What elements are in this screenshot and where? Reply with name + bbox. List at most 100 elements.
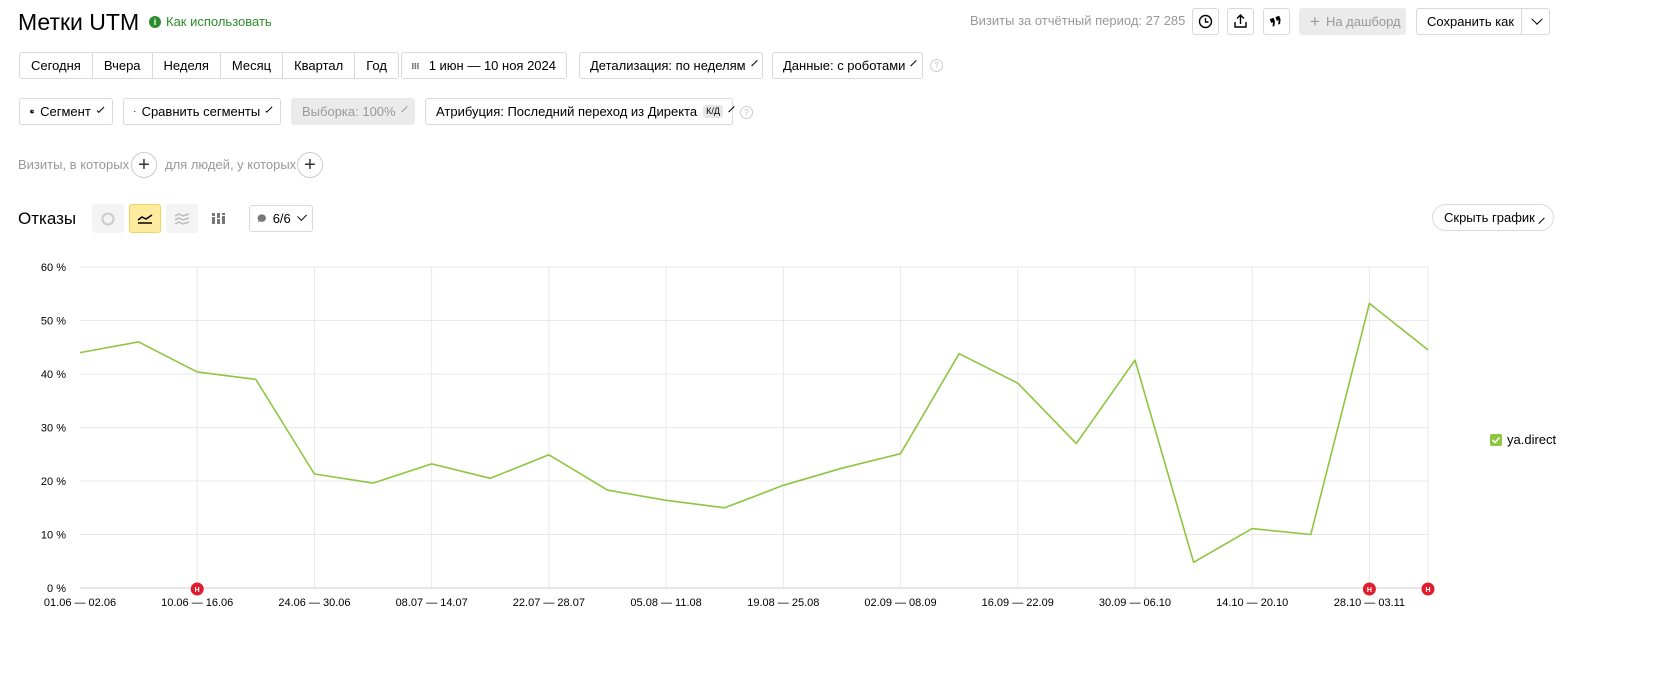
export-button[interactable]: [1227, 8, 1254, 35]
segment-label: Сегмент: [40, 104, 91, 119]
chevron-down-icon: [728, 105, 735, 112]
data-select[interactable]: Данные: с роботами: [772, 52, 923, 79]
chevron-down-icon: [265, 105, 273, 113]
annotation-marker-label: Н: [1367, 587, 1372, 594]
preset-yesterday[interactable]: Вчера: [93, 53, 153, 78]
x-tick-label: 02.09 — 08.09: [864, 597, 936, 609]
x-tick-label: 05.08 — 11.08: [630, 597, 701, 609]
to-dashboard-label: На дашборд: [1325, 14, 1401, 29]
line-view-button[interactable]: [129, 204, 161, 233]
save-as-button[interactable]: Сохранить как: [1416, 8, 1522, 35]
chevron-down-icon: [1530, 13, 1543, 25]
how-to-use-link[interactable]: i Как использовать: [149, 14, 272, 29]
annotations-button[interactable]: 6/6: [249, 205, 313, 232]
add-visits-filter-button[interactable]: +: [131, 152, 157, 178]
preset-week[interactable]: Неделя: [153, 53, 221, 78]
preset-today[interactable]: Сегодня: [20, 53, 93, 78]
plus-icon: +: [138, 154, 150, 176]
x-tick-label: 14.10 — 20.10: [1216, 597, 1288, 609]
save-as-label: Сохранить как: [1427, 14, 1515, 29]
chevron-down-icon: [910, 59, 918, 66]
bar-view-icon: [212, 213, 225, 224]
chevron-up-icon: [1538, 217, 1545, 224]
drops-icon: [134, 110, 136, 113]
chevron-down-icon: [750, 59, 758, 66]
help-icon[interactable]: ?: [740, 106, 753, 119]
y-tick-label: 0 %: [47, 583, 66, 595]
legend-label: ya.direct: [1507, 432, 1557, 447]
clock-icon: [1198, 14, 1213, 29]
date-range-button[interactable]: 1 июн — 10 ноя 2024: [401, 52, 567, 79]
detail-select[interactable]: Детализация: по неделям: [579, 52, 763, 79]
sample-button[interactable]: Выборка: 100%: [291, 98, 415, 125]
history-button[interactable]: [1192, 8, 1219, 35]
y-tick-label: 10 %: [41, 530, 66, 542]
area-view-button[interactable]: [166, 204, 198, 233]
y-tick-label: 60 %: [41, 262, 66, 274]
line-chart: 0 % 10 % 20 % 30 % 40 % 50 % 60 % 01.06 — 02.06…: [41, 262, 1435, 609]
detail-label: Детализация: по неделям: [590, 58, 746, 73]
x-tick-label: 16.09 — 22.09: [982, 597, 1054, 609]
x-tick-label: 28.10 — 03.11: [1334, 597, 1405, 609]
x-tick-label: 30.09 — 06.10: [1099, 597, 1171, 609]
visits-total: Визиты за отчётный период: 27 285: [970, 13, 1186, 28]
y-tick-label: 50 %: [41, 316, 66, 328]
people-filter-label: для людей, у которых: [165, 157, 297, 172]
save-as-dropdown[interactable]: [1521, 8, 1550, 35]
quote-button[interactable]: [1263, 8, 1290, 35]
hide-chart-button[interactable]: Скрыть график: [1432, 204, 1554, 231]
page-title: Метки UTM: [18, 9, 140, 35]
data-label: Данные: с роботами: [783, 58, 906, 73]
quote-icon: [1269, 15, 1281, 27]
line-view-icon: [137, 213, 153, 224]
x-tick-label: 08.07 — 14.07: [396, 597, 468, 609]
series-line-ya-direct: [79, 302, 1429, 564]
info-icon: i: [149, 15, 161, 28]
metric-title: Отказы: [18, 209, 77, 228]
plus-icon: +: [304, 154, 316, 176]
y-tick-label: 40 %: [41, 369, 66, 381]
attribution-label: Атрибуция: Последний переход из Директа: [436, 104, 698, 119]
x-tick-label: 22.07 — 28.07: [513, 597, 585, 609]
pie-chart-icon: [30, 109, 34, 114]
area-view-icon: [174, 212, 190, 225]
chevron-down-icon: [296, 210, 307, 221]
to-dashboard-button[interactable]: + На дашборд: [1299, 8, 1406, 35]
y-tick-label: 20 %: [41, 476, 66, 488]
plus-icon: +: [1310, 12, 1320, 31]
x-tick-label: 19.08 — 25.08: [747, 597, 819, 609]
compare-label: Сравнить сегменты: [141, 104, 261, 119]
help-icon[interactable]: ?: [930, 59, 943, 72]
compare-segments-button[interactable]: Сравнить сегменты: [123, 98, 281, 125]
preset-quarter[interactable]: Квартал: [283, 53, 356, 78]
pie-view-button[interactable]: [92, 204, 124, 233]
annotation-marker-label: Н: [195, 587, 200, 594]
date-range-label: 1 июн — 10 ноя 2024: [428, 58, 556, 73]
how-to-use-label: Как использовать: [166, 14, 272, 29]
preset-month[interactable]: Месяц: [221, 53, 284, 78]
calendar-icon: [412, 62, 419, 69]
share-icon: [1234, 14, 1247, 28]
visits-filter-label: Визиты, в которых: [18, 157, 130, 172]
legend-item-ya-direct[interactable]: ya.direct: [1490, 432, 1556, 447]
annotations-count: 6/6: [272, 211, 291, 226]
x-tick-label: 01.06 — 02.06: [44, 597, 116, 609]
annotation-marker-label: Н: [1425, 587, 1430, 594]
checkbox-checked-icon: [1490, 433, 1502, 446]
x-tick-label: 24.06 — 30.06: [278, 597, 350, 609]
comment-icon: [257, 214, 266, 223]
bar-view-button[interactable]: [203, 204, 235, 233]
attribution-badge: К/Д: [703, 105, 723, 118]
pie-view-icon: [101, 212, 115, 225]
period-presets: Сегодня Вчера Неделя Месяц Квартал Год: [19, 52, 399, 79]
preset-year[interactable]: Год: [355, 53, 398, 78]
chevron-down-icon: [96, 104, 105, 113]
chevron-down-icon: [400, 105, 408, 112]
hide-chart-label: Скрыть график: [1444, 210, 1535, 225]
segment-button[interactable]: Сегмент: [19, 98, 113, 125]
x-tick-label: 10.06 — 16.06: [161, 597, 233, 609]
attribution-button[interactable]: Атрибуция: Последний переход из Директа …: [425, 98, 735, 125]
add-people-filter-button[interactable]: +: [297, 152, 323, 178]
y-tick-label: 30 %: [41, 423, 66, 435]
sample-label: Выборка: 100%: [302, 104, 396, 119]
